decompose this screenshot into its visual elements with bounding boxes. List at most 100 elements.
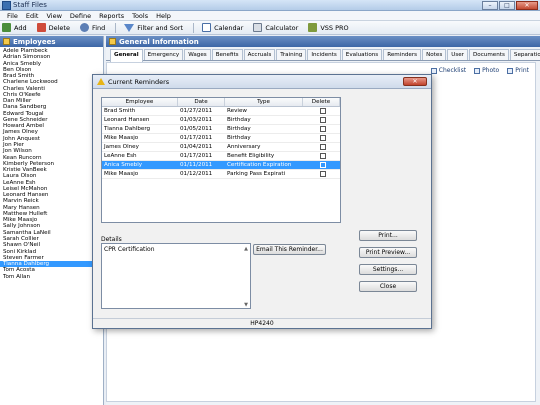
email-reminder-button[interactable]: Email This Reminder... xyxy=(253,244,326,255)
reminder-type: Parking Pass Expirati xyxy=(227,171,286,177)
delete-cell xyxy=(303,143,340,151)
reminder-employee: Anica Smebly xyxy=(104,162,143,168)
print-button[interactable]: Print... xyxy=(359,230,417,241)
menu-tools[interactable]: Tools xyxy=(128,11,152,20)
menu-edit[interactable]: Edit xyxy=(22,11,43,20)
delete-checkbox[interactable] xyxy=(319,153,326,159)
reminder-employee: Brad Smith xyxy=(104,108,136,114)
tab-wages[interactable]: Wages xyxy=(184,49,211,60)
find-label: Find xyxy=(91,23,106,32)
tab-documents[interactable]: Documents xyxy=(468,49,509,60)
general-info-title: General Information xyxy=(119,37,199,46)
menu-reports[interactable]: Reports xyxy=(95,11,128,20)
employee-list-item[interactable]: Tom Allan xyxy=(3,274,103,280)
menu-help[interactable]: Help xyxy=(152,11,175,20)
tab-notes[interactable]: Notes xyxy=(422,49,447,60)
maximize-button[interactable]: □ xyxy=(499,1,515,10)
find-button[interactable]: Find xyxy=(79,23,106,32)
reminder-employee: Leonard Hansen xyxy=(104,117,150,123)
reminder-date: 01/17/2011 xyxy=(180,135,213,141)
reminder-date: 01/12/2011 xyxy=(180,171,213,177)
delete-checkbox[interactable] xyxy=(319,162,326,168)
delete-checkbox[interactable] xyxy=(319,126,326,132)
delete-cell xyxy=(303,134,340,142)
details-scrollbar[interactable]: ▲ ▼ xyxy=(243,246,249,308)
reminder-row[interactable]: Mike Maasjo 01/17/2011 Birthday xyxy=(102,134,340,143)
toolbar-separator xyxy=(193,22,195,33)
page-actions: Checklist Photo Print xyxy=(430,67,529,74)
print-label: Print xyxy=(515,67,529,74)
tab-incidents[interactable]: Incidents xyxy=(307,49,341,60)
scroll-up-icon[interactable]: ▲ xyxy=(243,246,249,252)
filter-sort-button[interactable]: Filter and Sort xyxy=(124,23,184,32)
reminder-date: 01/11/2011 xyxy=(180,162,213,168)
reminder-row[interactable]: James Olney 01/04/2011 Anniversary xyxy=(102,143,340,152)
print-link[interactable]: Print xyxy=(507,67,529,74)
employees-panel: Employees Adele Plambeck Adrian Simonson A… xyxy=(0,36,104,405)
vss-pro-button[interactable]: VSS PRO xyxy=(308,23,349,32)
delete-checkbox[interactable] xyxy=(319,117,326,123)
tab-general[interactable]: General xyxy=(110,49,143,62)
reminder-employee: James Olney xyxy=(104,144,139,150)
calendar-button[interactable]: Calendar xyxy=(202,23,243,32)
reminder-row[interactable]: Brad Smith 01/27/2011 Review xyxy=(102,107,340,116)
settings-button[interactable]: Settings... xyxy=(359,264,417,275)
dialog-title: Current Reminders xyxy=(108,77,170,86)
photo-link[interactable]: Photo xyxy=(474,67,499,74)
reminder-row[interactable]: Anica Smebly 01/11/2011 Certification Expi… xyxy=(102,161,340,170)
menu-define[interactable]: Define xyxy=(66,11,95,20)
reminder-date: 01/17/2011 xyxy=(180,153,213,159)
employee-list[interactable]: Adele Plambeck Adrian Simonson Anica Smebl… xyxy=(0,47,103,280)
scroll-down-icon[interactable]: ▼ xyxy=(243,302,249,308)
col-employee[interactable]: Employee xyxy=(102,98,178,106)
calendar-label: Calendar xyxy=(214,23,244,32)
reminder-type: Birthday xyxy=(227,126,251,132)
tab-user[interactable]: User xyxy=(447,49,468,60)
tab-accruals[interactable]: Accruals xyxy=(243,49,276,60)
checklist-label: Checklist xyxy=(438,67,467,74)
reminders-grid: Employee Date Type Delete Brad Smith 01/2… xyxy=(101,97,341,223)
calculator-icon xyxy=(253,23,263,32)
delete-button[interactable]: Delete xyxy=(36,23,70,32)
delete-checkbox[interactable] xyxy=(319,135,326,141)
reminder-row[interactable]: LeAnne Esh 01/17/2011 Benefit Eligibility xyxy=(102,152,340,161)
delete-checkbox[interactable] xyxy=(319,108,326,114)
reminder-row[interactable]: Leonard Hansen 01/03/2011 Birthday xyxy=(102,116,340,125)
add-button[interactable]: Add xyxy=(2,23,27,32)
dialog-close-icon[interactable]: ✕ xyxy=(403,77,427,86)
tab-benefits[interactable]: Benefits xyxy=(211,49,243,60)
window-title: Staff Files xyxy=(13,1,47,9)
details-textarea[interactable]: CPR Certification ▲ ▼ xyxy=(101,243,251,309)
window-controls: – □ ✕ xyxy=(482,1,538,10)
reminder-employee: Tianna Dahlberg xyxy=(104,126,151,132)
checklist-link[interactable]: Checklist xyxy=(430,67,467,74)
minimize-button[interactable]: – xyxy=(482,1,498,10)
tab-evaluations[interactable]: Evaluations xyxy=(341,49,383,60)
reminder-employee: Mike Maasjo xyxy=(104,171,139,177)
print-preview-button[interactable]: Print Preview... xyxy=(359,247,417,258)
add-label: Add xyxy=(14,23,27,32)
menu-view[interactable]: View xyxy=(42,11,65,20)
photo-icon xyxy=(474,67,481,74)
tab-separation[interactable]: Separation xyxy=(509,49,540,60)
menu-file[interactable]: File xyxy=(3,11,22,20)
reminder-row[interactable]: Tianna Dahlberg 01/05/2011 Birthday xyxy=(102,125,340,134)
col-delete[interactable]: Delete xyxy=(303,98,340,106)
general-info-icon xyxy=(109,38,116,45)
close-window-button[interactable]: ✕ xyxy=(516,1,538,10)
reminder-row[interactable]: Mike Maasjo 01/12/2011 Parking Pass Expira… xyxy=(102,170,340,179)
tab-emergency[interactable]: Emergency xyxy=(143,49,184,60)
grid-body: Brad Smith 01/27/2011 Review Leonard Hansen… xyxy=(102,107,340,179)
delete-checkbox[interactable] xyxy=(319,144,326,150)
filter-label: Filter and Sort xyxy=(137,23,184,32)
delete-checkbox[interactable] xyxy=(319,171,326,177)
col-date[interactable]: Date xyxy=(178,98,225,106)
reminder-type: Benefit Eligibility xyxy=(227,153,275,159)
reminder-type: Review xyxy=(227,108,247,114)
tab-reminders[interactable]: Reminders xyxy=(383,49,422,60)
col-type[interactable]: Type xyxy=(225,98,303,106)
delete-icon xyxy=(36,23,46,32)
close-button[interactable]: Close xyxy=(359,281,417,292)
calculator-button[interactable]: Calculator xyxy=(253,23,298,32)
tab-training[interactable]: Training xyxy=(276,49,307,60)
